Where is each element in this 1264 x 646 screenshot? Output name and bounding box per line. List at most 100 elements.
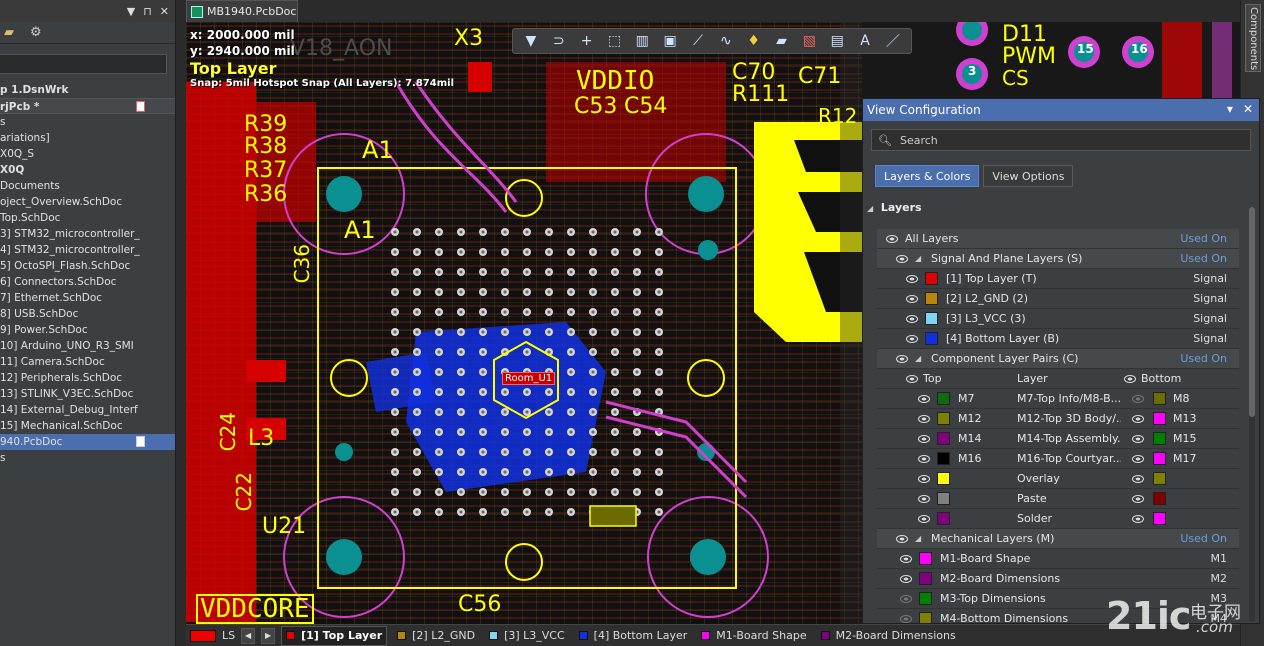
visibility-eye-icon[interactable] — [917, 434, 931, 444]
used-on-link[interactable]: Used On — [1180, 532, 1227, 545]
top-layer-color-swatch[interactable] — [937, 492, 950, 505]
top-layer-color-swatch[interactable] — [937, 412, 950, 425]
signal-layer-row[interactable]: [4] Bottom Layer (B) Signal — [877, 329, 1239, 349]
mechanical-layer-row[interactable]: M4-Bottom Dimensions M4 — [877, 609, 1239, 624]
project-tree-item[interactable]: 9] Power.SchDoc — [0, 322, 175, 338]
visibility-eye-icon[interactable] — [1131, 414, 1145, 424]
close-icon[interactable]: ✕ — [160, 5, 169, 18]
current-layer-swatch[interactable] — [190, 629, 216, 642]
track-icon[interactable]: ⟋ — [688, 31, 708, 51]
layer-tab[interactable]: M1-Board Shape — [697, 626, 810, 646]
layer-tab[interactable]: [2] L2_GND — [393, 626, 479, 646]
project-tree-item[interactable]: 7] Ethernet.SchDoc — [0, 290, 175, 306]
project-tree-item[interactable]: 14] External_Debug_Interf — [0, 402, 175, 418]
layer-icon[interactable]: ▧ — [799, 31, 819, 51]
visibility-eye-icon[interactable] — [1131, 494, 1145, 504]
pin-icon-tool[interactable]: ♦ — [744, 31, 764, 51]
folder-icon[interactable]: ▰ — [4, 25, 14, 40]
visibility-eye-icon[interactable] — [1131, 454, 1145, 464]
visibility-eye-icon[interactable] — [917, 514, 931, 524]
layer-color-swatch[interactable] — [919, 612, 932, 623]
bottom-layer-color-swatch[interactable] — [1153, 492, 1166, 505]
project-tree-item[interactable]: 13] STLINK_V3EC.SchDoc — [0, 386, 175, 402]
visibility-eye-icon[interactable] — [917, 454, 931, 464]
collapse-triangle-icon[interactable]: ◢ — [915, 254, 925, 263]
used-on-link[interactable]: Used On — [1180, 252, 1227, 265]
visibility-eye-icon[interactable] — [899, 614, 913, 624]
top-layer-color-swatch[interactable] — [937, 432, 950, 445]
visibility-eye-icon[interactable] — [1123, 374, 1137, 384]
project-tree-item[interactable]: Top.SchDoc — [0, 210, 175, 226]
top-layer-color-swatch[interactable] — [937, 512, 950, 525]
mechanical-layer-row[interactable]: M2-Board Dimensions M2 — [877, 569, 1239, 589]
project-tree-item[interactable]: Documents — [0, 178, 175, 194]
layer-scrollbar[interactable] — [1249, 207, 1255, 621]
visibility-eye-icon[interactable] — [917, 414, 931, 424]
visibility-eye-icon[interactable] — [895, 254, 909, 264]
layer-group-row[interactable]: All Layers Used On — [877, 229, 1239, 249]
text-icon[interactable]: A — [855, 31, 875, 51]
visibility-eye-icon[interactable] — [917, 394, 931, 404]
visibility-eye-icon[interactable] — [1131, 434, 1145, 444]
layer-color-swatch[interactable] — [919, 592, 932, 605]
signal-layer-row[interactable]: [2] L2_GND (2) Signal — [877, 289, 1239, 309]
filter-icon[interactable]: ▼ — [521, 31, 541, 51]
gear-icon[interactable]: ⚙ — [30, 25, 42, 40]
used-on-link[interactable]: Used On — [1180, 352, 1227, 365]
project-tree-item[interactable]: X0Q_S — [0, 146, 175, 162]
layer-group-row[interactable]: ◢ Signal And Plane Layers (S) Used On — [877, 249, 1239, 269]
collapse-triangle-icon[interactable]: ◢ — [915, 534, 925, 543]
project-tree-item[interactable]: 4] STM32_microcontroller_ — [0, 242, 175, 258]
top-layer-color-swatch[interactable] — [937, 392, 950, 405]
top-layer-color-swatch[interactable] — [937, 452, 950, 465]
layer-prev-arrow-icon[interactable]: ◀ — [241, 627, 256, 644]
project-tree-item[interactable]: s — [0, 450, 175, 466]
visibility-eye-icon[interactable] — [905, 334, 919, 344]
pin-icon[interactable]: ⊓ — [143, 5, 152, 18]
layer-search-input[interactable]: 🔍︎ Search — [871, 129, 1251, 151]
layer-color-swatch[interactable] — [919, 552, 932, 565]
layer-color-swatch[interactable] — [925, 312, 938, 325]
bottom-layer-color-swatch[interactable] — [1153, 512, 1166, 525]
visibility-eye-icon[interactable] — [895, 534, 909, 544]
project-tree-item[interactable]: 12] Peripherals.SchDoc — [0, 370, 175, 386]
project-tree-item[interactable]: 11] Camera.SchDoc — [0, 354, 175, 370]
layer-tab[interactable]: [4] Bottom Layer — [575, 626, 692, 646]
visibility-eye-icon[interactable] — [917, 494, 931, 504]
used-on-link[interactable]: Used On — [1180, 232, 1227, 245]
mechanical-layer-row[interactable]: M1-Board Shape M1 — [877, 549, 1239, 569]
project-tree-item[interactable]: ariations] — [0, 130, 175, 146]
layer-group-row[interactable]: ◢ Component Layer Pairs (C) Used On — [877, 349, 1239, 369]
visibility-eye-icon[interactable] — [1131, 474, 1145, 484]
room-label[interactable]: Room_U1 — [502, 372, 556, 385]
signal-layer-row[interactable]: [1] Top Layer (T) Signal — [877, 269, 1239, 289]
layer-set-button[interactable]: LS — [222, 629, 235, 642]
document-tab[interactable]: MB1940.PcbDoc — [186, 0, 298, 22]
project-tree-item[interactable]: s — [0, 114, 175, 130]
components-tab[interactable]: Components — [1245, 4, 1261, 72]
layer-pair-row[interactable]: Solder — [877, 509, 1239, 529]
layer-pair-row[interactable]: Overlay — [877, 469, 1239, 489]
visibility-eye-icon[interactable] — [899, 554, 913, 564]
project-tree-item[interactable]: 3] STM32_microcontroller_ — [0, 226, 175, 242]
layer-color-swatch[interactable] — [925, 332, 938, 345]
route-icon[interactable]: ⊃ — [549, 31, 569, 51]
layer-tab[interactable]: M2-Board Dimensions — [817, 626, 960, 646]
line-icon[interactable]: ／ — [883, 31, 903, 51]
layer-pair-row[interactable]: M12 M12-Top 3D Body/... M13 — [877, 409, 1239, 429]
project-tree-item[interactable]: p 1.DsnWrk — [0, 82, 175, 98]
project-tree-item[interactable]: 5] OctoSPI_Flash.SchDoc — [0, 258, 175, 274]
top-layer-color-swatch[interactable] — [937, 472, 950, 485]
visibility-eye-icon[interactable] — [885, 234, 899, 244]
project-tree-item[interactable]: 15] Mechanical.SchDoc — [0, 418, 175, 434]
layer-pair-row[interactable]: M14 M14-Top Assembly... M15 — [877, 429, 1239, 449]
tab-view-options[interactable]: View Options — [983, 165, 1074, 187]
bottom-layer-color-swatch[interactable] — [1153, 392, 1166, 405]
project-search-input[interactable] — [0, 54, 167, 74]
visibility-eye-icon[interactable] — [895, 354, 909, 364]
project-tree-item[interactable]: rjPcb * — [0, 98, 175, 114]
bottom-layer-color-swatch[interactable] — [1153, 412, 1166, 425]
project-tree-item[interactable]: 940.PcbDoc — [0, 434, 175, 450]
layer-group-row[interactable]: ◢ Mechanical Layers (M) Used On — [877, 529, 1239, 549]
close-icon[interactable]: ✕ — [1243, 102, 1253, 116]
